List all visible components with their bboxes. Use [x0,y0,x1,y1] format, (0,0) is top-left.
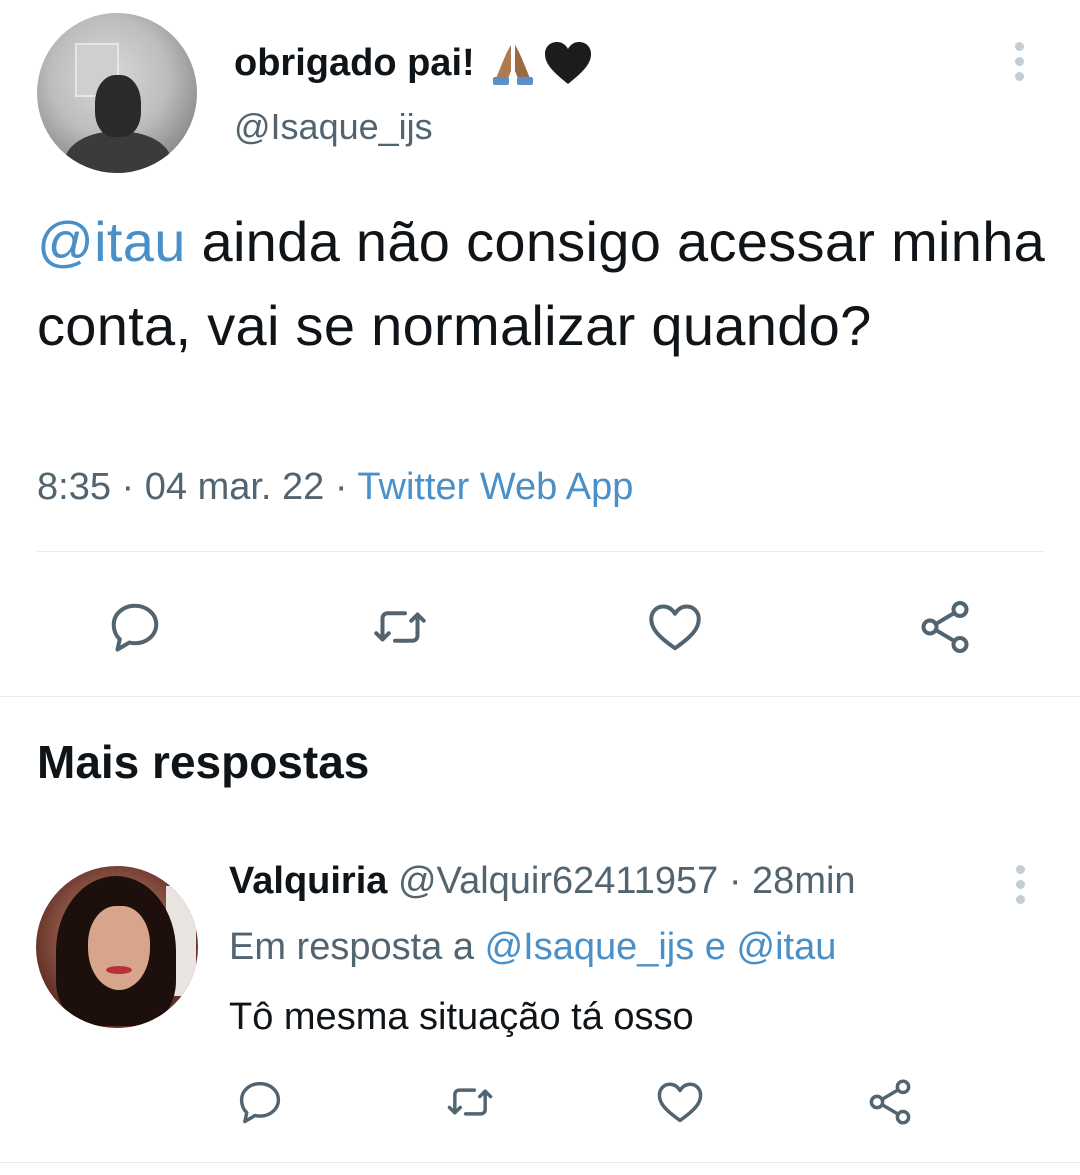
reply-button[interactable] [105,597,165,657]
reply-share-button[interactable] [864,1076,916,1128]
reply-context-mention-1[interactable]: @Isaque_ijs [485,926,695,968]
reply-text: Tô mesma situação tá osso [229,996,694,1038]
retweet-icon [447,1088,493,1116]
tweet-date[interactable]: 04 mar. 22 [145,466,325,508]
reply-icon [111,603,159,652]
author-display-name-text: obrigado pai! [234,41,475,84]
tweet-time[interactable]: 8:35 [37,466,111,508]
divider [37,551,1044,552]
reply-separator: · [718,860,753,902]
bottom-divider [0,1162,1080,1163]
share-icon [869,1079,911,1125]
more-replies-heading: Mais respostas [37,736,370,788]
reply-author-avatar[interactable] [36,866,198,1028]
tweet-text: @itau ainda não consigo acessar minha co… [37,200,1047,368]
reply-context-join: e [694,926,737,968]
meta-separator: · [324,466,358,508]
tweet-body: ainda não consigo acessar minha conta, v… [37,210,1046,357]
folded-hands-emoji-icon [489,41,537,85]
reply-icon [239,1081,281,1124]
reply-like-button[interactable] [654,1076,706,1128]
like-button[interactable] [645,597,705,657]
avatar-lips [106,966,132,974]
reply-handle[interactable]: @Valquir62411957 [398,860,718,902]
avatar-face [88,906,150,990]
avatar-shoulders [65,131,171,173]
reply-context: Em resposta a @Isaque_ijs e @itau [229,926,836,969]
author-handle[interactable]: @Isaque_ijs [234,106,433,148]
meta-separator: · [110,466,145,508]
heart-icon [649,604,701,651]
tweet-source-link[interactable]: Twitter Web App [357,466,633,508]
reply-time[interactable]: 28min [752,860,856,902]
reply-more-options-icon[interactable] [1011,865,1031,905]
section-divider [0,696,1080,697]
reply-header: Valquiria @Valquir62411957 · 28min [229,860,856,903]
reply-reply-button[interactable] [234,1076,286,1128]
black-heart-emoji-icon [543,40,593,86]
author-avatar[interactable] [37,13,197,173]
reply-retweet-button[interactable] [444,1076,496,1128]
avatar-face [95,75,141,137]
reply-display-name[interactable]: Valquiria [229,860,387,902]
share-button[interactable] [915,597,975,657]
retweet-icon [374,611,426,643]
tweet-metadata: 8:35 · 04 mar. 22 · Twitter Web App [37,466,633,509]
share-icon [921,601,969,653]
reply-context-prefix: Em resposta a [229,926,485,968]
tweet-mention-link[interactable]: @itau [37,210,186,273]
author-display-name[interactable]: obrigado pai! [234,40,593,86]
heart-icon [657,1082,703,1123]
reply-context-mention-2[interactable]: @itau [737,926,837,968]
more-options-icon[interactable] [1010,42,1030,82]
retweet-button[interactable] [370,597,430,657]
